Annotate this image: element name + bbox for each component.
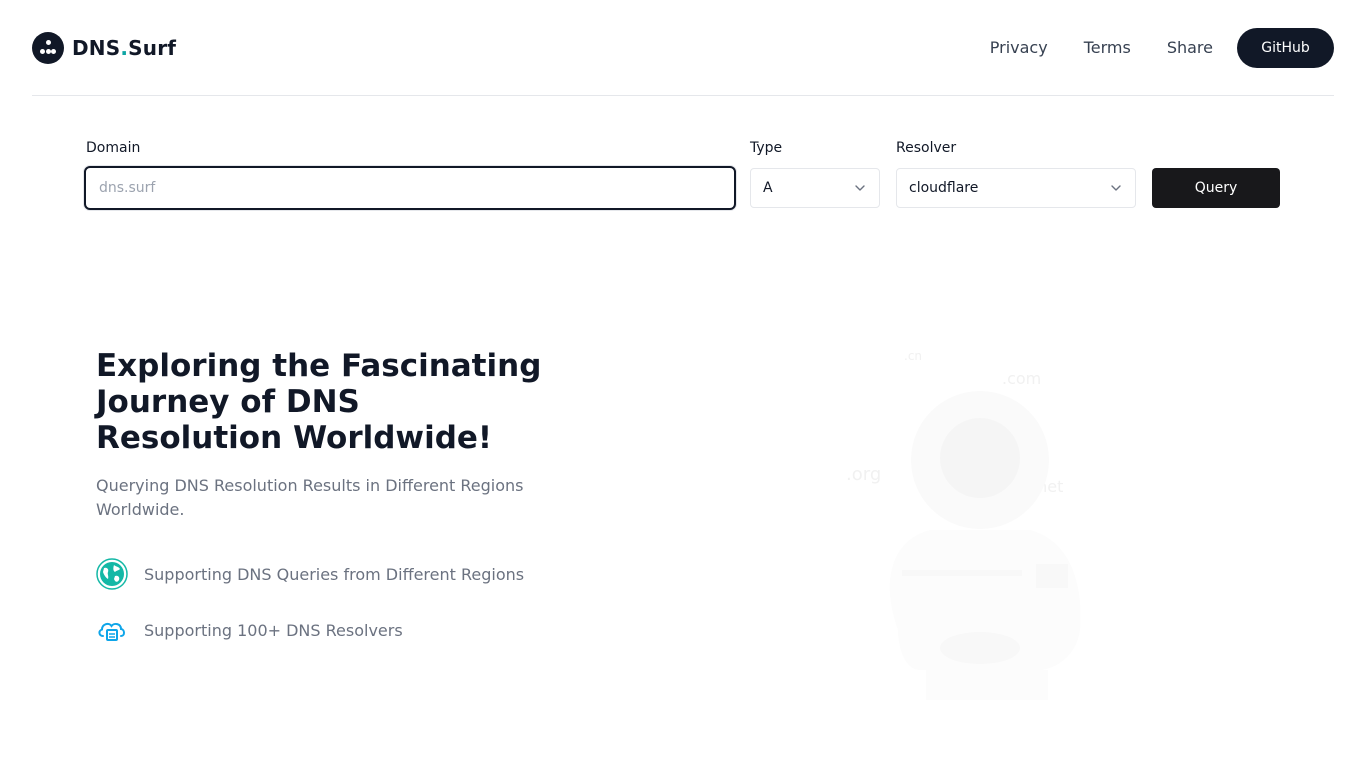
query-button[interactable]: Query [1152, 168, 1280, 208]
nav-privacy-link[interactable]: Privacy [972, 38, 1066, 57]
type-select[interactable]: A [750, 168, 880, 208]
domain-label: Domain [86, 140, 141, 156]
chevron-down-icon [855, 185, 865, 191]
tld-label: .cn [904, 349, 922, 363]
tld-label: .com [1002, 369, 1041, 388]
nav-share-link[interactable]: Share [1149, 38, 1231, 57]
domain-field[interactable] [84, 166, 736, 210]
logo-icon [32, 31, 64, 64]
cloud-server-icon [98, 622, 125, 641]
site-header: DNS.Surf Privacy Terms Share GitHub [32, 0, 1334, 96]
nav-terms-link[interactable]: Terms [1066, 38, 1149, 57]
type-label: Type [750, 140, 783, 156]
person-illustration: .cn .com .org .net [846, 349, 1081, 700]
top-nav: Privacy Terms Share GitHub [972, 27, 1334, 68]
type-select-value: A [763, 180, 773, 196]
feature-item-regions: Supporting DNS Queries from Different Re… [96, 558, 524, 590]
github-button[interactable]: GitHub [1237, 27, 1334, 68]
feature-text: Supporting 100+ DNS Resolvers [144, 620, 403, 640]
hero-title: Exploring the Fascinating Journey of DNS… [96, 348, 542, 456]
resolver-label: Resolver [896, 140, 957, 156]
feature-item-resolvers: Supporting 100+ DNS Resolvers [96, 614, 403, 646]
chevron-down-icon [1111, 185, 1121, 191]
resolver-select-value: cloudflare [909, 180, 979, 196]
resolver-select[interactable]: cloudflare [896, 168, 1136, 208]
feature-text: Supporting DNS Queries from Different Re… [144, 564, 525, 584]
brand-link[interactable]: DNS.Surf [32, 31, 177, 64]
domain-input[interactable] [99, 180, 734, 196]
brand-name: DNS.Surf [72, 35, 177, 60]
tld-label: .org [846, 464, 881, 485]
hero-subtitle: Querying DNS Resolution Results in Diffe… [96, 476, 524, 519]
globe-icon [96, 558, 128, 590]
